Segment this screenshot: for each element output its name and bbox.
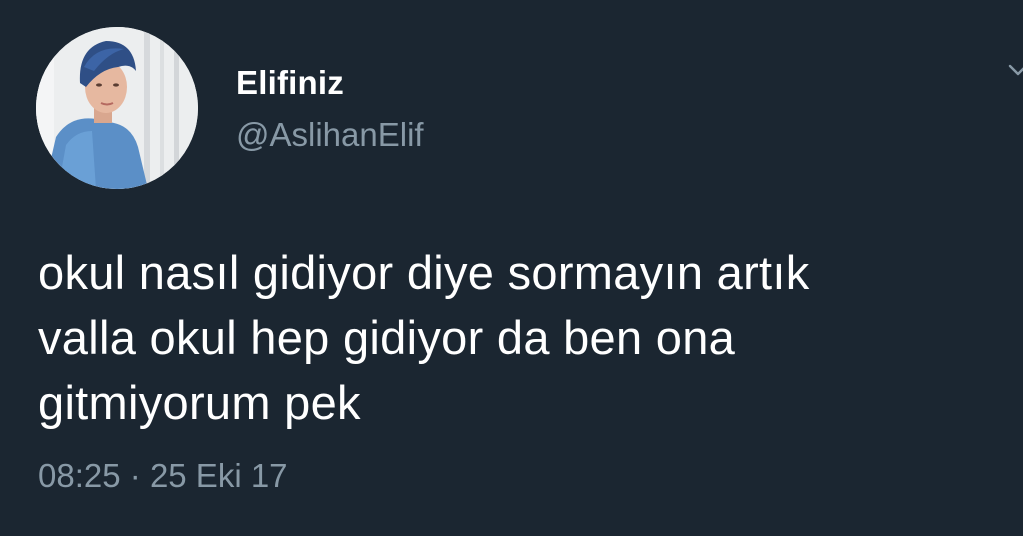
tweet-text-line: gitmiyorum pek: [38, 376, 361, 429]
avatar[interactable]: [36, 27, 198, 189]
tweet-timestamp[interactable]: 08:25 · 25 Eki 17: [38, 457, 288, 495]
meta-separator: ·: [129, 457, 141, 494]
avatar-photo: [36, 27, 198, 189]
tweet-time: 08:25: [38, 457, 121, 494]
tweet-card: Elifiniz @AslihanElif okul nasıl gidiyor…: [0, 0, 1023, 536]
tweet-text-line: valla okul hep gidiyor da ben ona: [38, 311, 736, 364]
user-handle[interactable]: @AslihanElif: [236, 116, 424, 154]
chevron-down-icon[interactable]: [1008, 60, 1023, 80]
display-name[interactable]: Elifiniz: [236, 64, 344, 102]
tweet-text: okul nasıl gidiyor diye sormayın artık v…: [38, 240, 998, 435]
tweet-date: 25 Eki 17: [149, 457, 288, 494]
tweet-text-line: okul nasıl gidiyor diye sormayın artık: [38, 246, 810, 299]
